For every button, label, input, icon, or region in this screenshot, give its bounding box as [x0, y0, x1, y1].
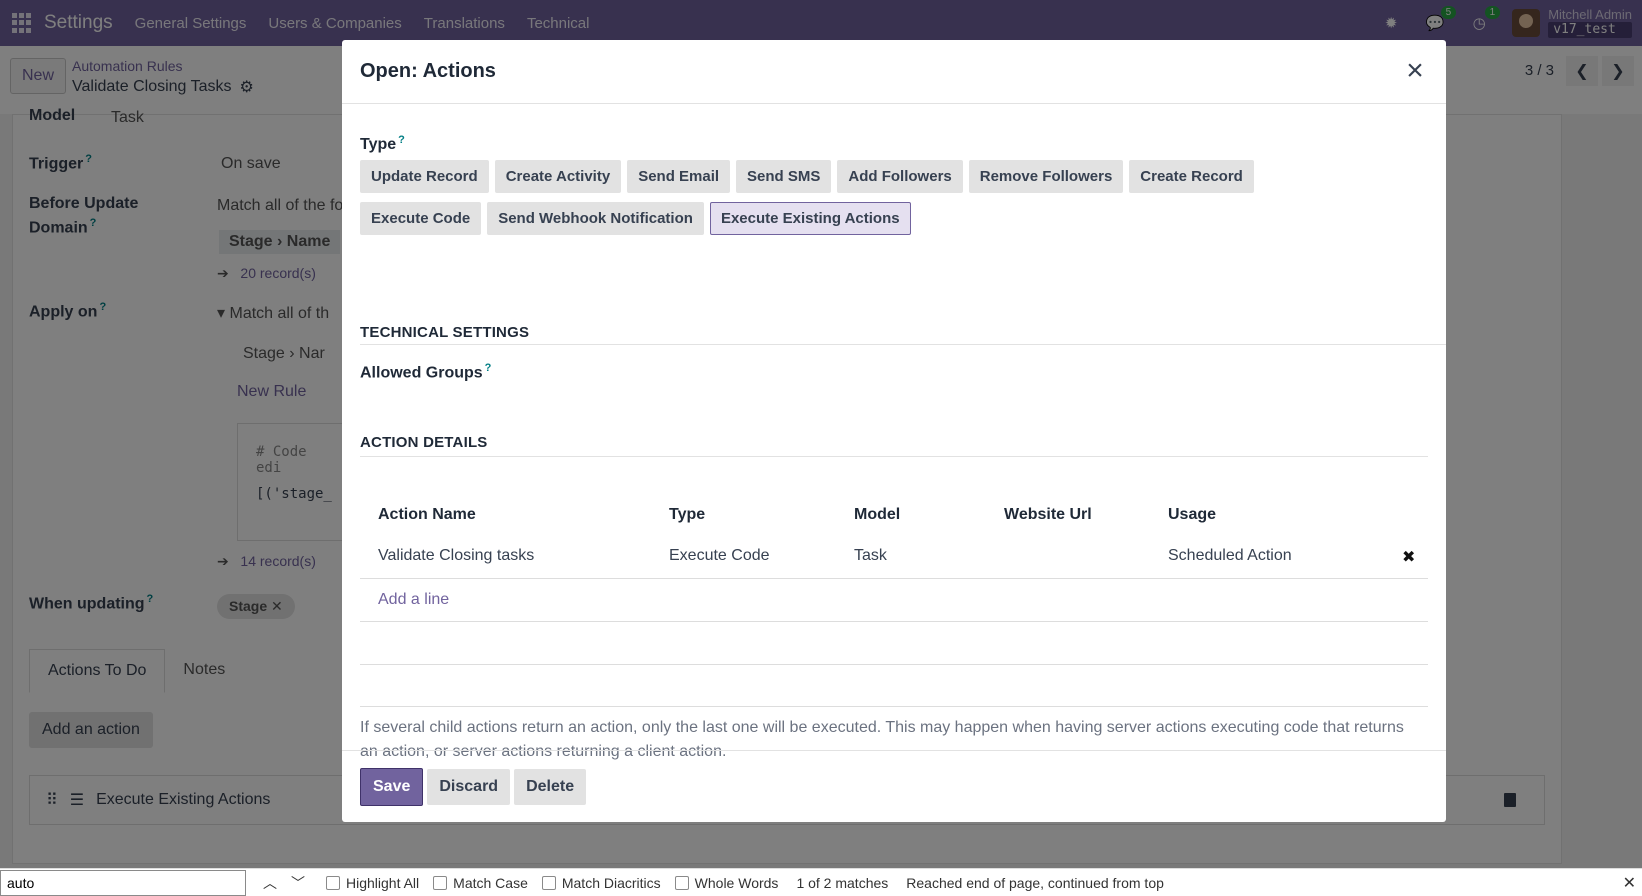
table-empty-row	[360, 665, 1428, 707]
actions-table-header: Action Name Type Model Website Url Usage	[360, 496, 1428, 536]
highlight-all-option[interactable]: Highlight All	[326, 875, 419, 891]
cell-type: Execute Code	[669, 547, 770, 564]
column-action-name[interactable]: Action Name	[378, 506, 476, 524]
find-status-message: Reached end of page, continued from top	[906, 874, 1164, 891]
close-icon[interactable]: ×	[1400, 56, 1430, 86]
column-website-url[interactable]: Website Url	[1004, 506, 1092, 524]
type-remove-followers-button[interactable]: Remove Followers	[968, 160, 1124, 194]
whole-words-checkbox[interactable]	[674, 875, 689, 890]
divider	[360, 456, 1428, 457]
cell-usage: Scheduled Action	[1168, 547, 1292, 564]
add-a-line-link[interactable]: Add a line	[378, 591, 449, 609]
type-send-webhook-button[interactable]: Send Webhook Notification	[487, 202, 704, 236]
dialog-footer: Save Discard Delete	[342, 750, 1446, 822]
cell-model: Task	[854, 547, 887, 564]
match-diacritics-option[interactable]: Match Diacritics	[541, 875, 661, 891]
find-input[interactable]	[0, 869, 246, 896]
type-execute-existing-actions-button[interactable]: Execute Existing Actions	[709, 202, 911, 236]
action-details-heading: ACTION DETAILS	[360, 434, 488, 451]
actions-dialog: Open: Actions × Type? Update Record Crea…	[342, 40, 1446, 822]
match-diacritics-checkbox[interactable]	[541, 875, 556, 890]
column-type[interactable]: Type	[669, 506, 705, 524]
type-send-email-button[interactable]: Send Email	[627, 160, 731, 194]
match-case-option[interactable]: Match Case	[433, 875, 528, 891]
table-empty-row	[360, 623, 1428, 665]
discard-button[interactable]: Discard	[427, 768, 511, 805]
cell-action-name: Validate Closing tasks	[378, 547, 535, 564]
allowed-groups-label: Allowed Groups?	[360, 362, 492, 382]
whole-words-option[interactable]: Whole Words	[674, 875, 778, 891]
find-previous-icon[interactable]: ︿	[256, 873, 284, 893]
highlight-all-checkbox[interactable]	[326, 875, 340, 890]
dialog-header: Open: Actions ×	[342, 40, 1446, 104]
type-field: Type? Update Record Create Activity Send…	[360, 134, 1320, 236]
type-execute-code-button[interactable]: Execute Code	[360, 202, 482, 236]
type-send-sms-button[interactable]: Send SMS	[736, 160, 832, 194]
column-usage[interactable]: Usage	[1168, 506, 1216, 524]
save-button[interactable]: Save	[360, 767, 424, 806]
add-line-row: Add a line	[360, 580, 1428, 622]
delete-button[interactable]: Delete	[514, 768, 587, 805]
type-label: Type?	[360, 134, 405, 154]
table-row[interactable]: Validate Closing tasks Execute Code Task…	[360, 537, 1428, 579]
type-create-activity-button[interactable]: Create Activity	[494, 160, 622, 194]
close-findbar-icon[interactable]: ✕	[1623, 873, 1636, 893]
type-create-record-button[interactable]: Create Record	[1129, 160, 1254, 194]
type-add-followers-button[interactable]: Add Followers	[837, 160, 963, 194]
type-update-record-button[interactable]: Update Record	[360, 160, 489, 194]
column-model[interactable]: Model	[854, 506, 900, 524]
find-next-icon[interactable]: ﹀	[284, 873, 312, 893]
technical-settings-heading: TECHNICAL SETTINGS	[360, 324, 530, 341]
match-case-checkbox[interactable]	[433, 875, 448, 890]
divider	[360, 344, 1446, 345]
browser-find-bar: ︿ ﹀ Highlight All Match Case Match Diacr…	[0, 868, 1642, 896]
type-selector: Update Record Create Activity Send Email…	[360, 160, 1320, 236]
match-count: 1 of 2 matches	[796, 874, 889, 891]
remove-row-icon[interactable]: ✖	[1402, 547, 1415, 567]
dialog-title: Open: Actions	[360, 60, 496, 82]
